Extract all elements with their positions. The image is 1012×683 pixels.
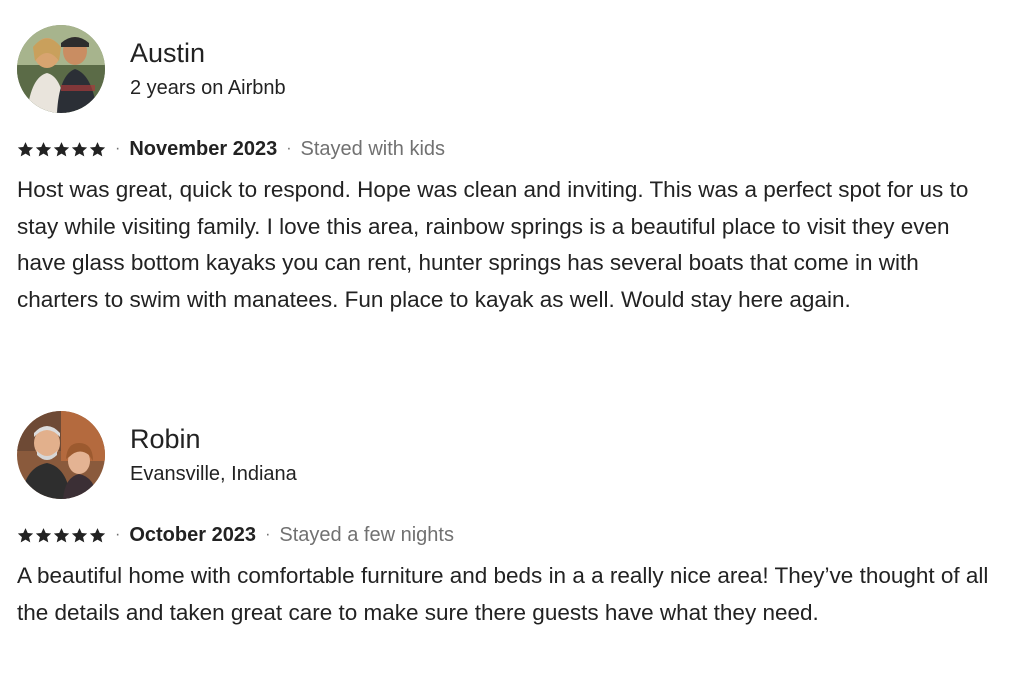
reviewer-name[interactable]: Robin — [130, 422, 297, 456]
review-meta: · November 2023 · Stayed with kids — [17, 134, 1002, 164]
reviewer-header: Austin 2 years on Airbnb — [17, 24, 1002, 114]
avatar[interactable] — [17, 411, 105, 499]
trip-type: Stayed with kids — [300, 137, 446, 160]
star-rating — [17, 527, 106, 544]
star-icon — [53, 527, 70, 542]
review-card: Austin 2 years on Airbnb · November 2023… — [17, 24, 1002, 318]
avatar[interactable] — [17, 25, 105, 113]
reviewer-header: Robin Evansville, Indiana — [17, 410, 1002, 500]
review-text: A beautiful home with comfortable furnit… — [17, 563, 989, 625]
separator-dot: · — [115, 140, 121, 157]
star-rating — [17, 141, 106, 158]
reviewer-info: Austin 2 years on Airbnb — [130, 36, 286, 102]
reviewer-info: Robin Evansville, Indiana — [130, 422, 297, 488]
reviewer-name[interactable]: Austin — [130, 36, 286, 70]
review-meta: · October 2023 · Stayed a few nights — [17, 520, 1002, 550]
star-icon — [17, 141, 34, 156]
separator-dot: · — [286, 140, 292, 157]
star-icon — [89, 141, 106, 156]
review-text: Host was great, quick to respond. Hope w… — [17, 177, 969, 312]
separator-dot: · — [265, 526, 271, 543]
review-card: Robin Evansville, Indiana · October 2023… — [17, 410, 1002, 631]
star-icon — [71, 141, 88, 156]
star-icon — [53, 141, 70, 156]
star-icon — [35, 141, 52, 156]
trip-type: Stayed a few nights — [279, 523, 454, 546]
star-icon — [35, 527, 52, 542]
star-icon — [71, 527, 88, 542]
review-date: October 2023 — [129, 523, 257, 546]
reviewer-location: Evansville, Indiana — [130, 463, 297, 485]
reviewer-tenure: 2 years on Airbnb — [130, 77, 286, 99]
star-icon — [89, 527, 106, 542]
review-date: November 2023 — [129, 137, 278, 160]
star-icon — [17, 527, 34, 542]
separator-dot: · — [115, 526, 121, 543]
